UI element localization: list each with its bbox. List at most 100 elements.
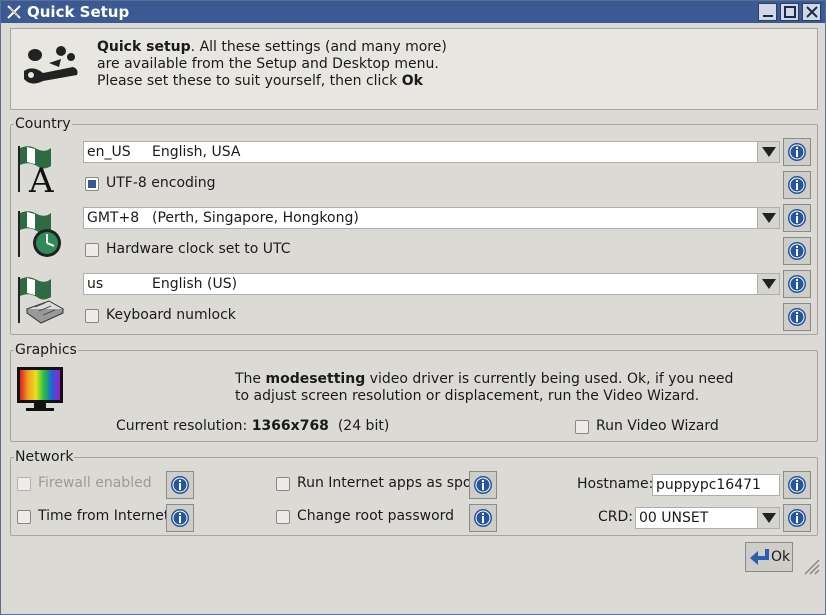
locale-flag-icon: A bbox=[18, 146, 54, 194]
chevron-down-icon bbox=[762, 213, 776, 223]
header-bold-title: Quick setup bbox=[97, 39, 191, 55]
hwclock-checkbox-box[interactable] bbox=[85, 243, 99, 257]
firewall-info-button[interactable] bbox=[166, 471, 194, 499]
monitor-icon bbox=[17, 367, 63, 411]
graphics-driver: modesetting bbox=[265, 371, 366, 387]
time-internet-checkbox[interactable]: Time from Internet bbox=[17, 508, 170, 526]
resize-grip-icon[interactable] bbox=[801, 556, 821, 576]
return-arrow-icon bbox=[750, 549, 769, 565]
timezone-select[interactable]: GMT+8 (Perth, Singapore, Hongkong) bbox=[83, 207, 780, 229]
info-icon bbox=[788, 275, 806, 293]
info-icon bbox=[788, 242, 806, 260]
info-icon bbox=[788, 143, 806, 161]
chevron-down-icon bbox=[762, 513, 776, 523]
header-line3-bold: Ok bbox=[401, 73, 423, 89]
time-internet-label: Time from Internet bbox=[38, 508, 170, 524]
timezone-info-button[interactable] bbox=[783, 204, 811, 232]
utf8-checkbox-box[interactable] bbox=[85, 177, 99, 191]
window-title: Quick Setup bbox=[27, 3, 130, 21]
hwclock-checkbox[interactable]: Hardware clock set to UTC bbox=[85, 241, 291, 259]
chevron-down-icon bbox=[762, 147, 776, 157]
crd-dropdown-arrow[interactable] bbox=[757, 508, 779, 528]
timezone-dropdown-arrow[interactable] bbox=[757, 208, 779, 228]
numlock-info-button[interactable] bbox=[783, 303, 811, 331]
info-icon bbox=[788, 476, 806, 494]
utf8-checkbox[interactable]: UTF-8 encoding bbox=[85, 175, 225, 193]
tools-icon bbox=[24, 46, 78, 84]
spot-label: Run Internet apps as spot bbox=[297, 475, 477, 491]
numlock-checkbox[interactable]: Keyboard numlock bbox=[85, 307, 245, 325]
resolution-value: 1366x768 bbox=[251, 418, 329, 434]
keyboard-dropdown-arrow[interactable] bbox=[757, 274, 779, 294]
timezone-clock-icon bbox=[18, 211, 61, 257]
resolution-text: Current resolution: 1366x768 (24 bit) bbox=[116, 418, 389, 434]
country-legend: Country bbox=[14, 116, 72, 132]
header-panel: Quick setup. All these settings (and man… bbox=[10, 28, 818, 110]
video-wizard-checkbox[interactable]: Run Video Wizard bbox=[575, 418, 719, 436]
resolution-depth: (24 bit) bbox=[337, 418, 390, 434]
title-bar[interactable]: Quick Setup bbox=[1, 1, 825, 23]
utf8-info-button[interactable] bbox=[783, 171, 811, 199]
header-line2: are available from the Setup and Desktop… bbox=[97, 56, 439, 72]
resolution-label: Current resolution: bbox=[116, 418, 252, 434]
hostname-info-button[interactable] bbox=[783, 471, 811, 499]
spot-checkbox[interactable]: Run Internet apps as spot bbox=[276, 475, 477, 493]
info-icon bbox=[474, 509, 492, 527]
time-internet-checkbox-box[interactable] bbox=[17, 510, 31, 524]
rootpw-label: Change root password bbox=[297, 508, 455, 524]
info-icon bbox=[171, 476, 189, 494]
graphics-legend: Graphics bbox=[14, 342, 78, 358]
spot-info-button[interactable] bbox=[469, 471, 497, 499]
graphics-desc-post: video driver is currently being used. Ok… bbox=[365, 371, 734, 387]
timezone-code: GMT+8 bbox=[87, 210, 140, 226]
network-legend: Network bbox=[14, 449, 75, 465]
firewall-label: Firewall enabled bbox=[38, 475, 152, 491]
rootpw-info-button[interactable] bbox=[469, 504, 497, 532]
firewall-checkbox: Firewall enabled bbox=[17, 475, 157, 493]
numlock-checkbox-box[interactable] bbox=[85, 309, 99, 323]
info-icon bbox=[788, 308, 806, 326]
chevron-down-icon bbox=[762, 279, 776, 289]
info-icon bbox=[788, 509, 806, 527]
hostname-label: Hostname: bbox=[577, 476, 654, 492]
spot-checkbox-box[interactable] bbox=[276, 477, 290, 491]
time-internet-info-button[interactable] bbox=[166, 504, 194, 532]
crd-label: CRD: bbox=[598, 509, 633, 525]
rootpw-checkbox-box[interactable] bbox=[276, 510, 290, 524]
header-line1: . All these settings (and many more) bbox=[190, 39, 447, 55]
ok-button[interactable]: Ok bbox=[745, 542, 793, 572]
graphics-desc-pre: The bbox=[235, 371, 266, 387]
keyboard-info-button[interactable] bbox=[783, 270, 811, 298]
locale-dropdown-arrow[interactable] bbox=[757, 142, 779, 162]
locale-info-button[interactable] bbox=[783, 138, 811, 166]
minimize-button[interactable] bbox=[758, 3, 777, 21]
firewall-checkbox-box bbox=[17, 477, 31, 491]
locale-select[interactable]: en_US English, USA bbox=[83, 141, 780, 163]
hostname-input[interactable] bbox=[652, 474, 780, 496]
graphics-description-line1: The modesetting video driver is currentl… bbox=[235, 371, 733, 387]
ok-label: Ok bbox=[771, 549, 791, 565]
timezone-name: (Perth, Singapore, Hongkong) bbox=[152, 210, 359, 226]
crd-value: 00 UNSET bbox=[639, 510, 709, 526]
info-icon bbox=[788, 176, 806, 194]
header-line3: Please set these to suit yourself, then … bbox=[97, 73, 402, 89]
close-button[interactable] bbox=[802, 3, 821, 21]
crd-select[interactable]: 00 UNSET bbox=[635, 507, 780, 529]
info-icon bbox=[474, 476, 492, 494]
maximize-button[interactable] bbox=[780, 3, 799, 21]
hwclock-label: Hardware clock set to UTC bbox=[106, 241, 291, 257]
info-icon bbox=[788, 209, 806, 227]
keyboard-icon bbox=[18, 277, 65, 324]
info-icon bbox=[171, 509, 189, 527]
crd-info-button[interactable] bbox=[783, 504, 811, 532]
keyboard-name: English (US) bbox=[152, 276, 238, 292]
rootpw-checkbox[interactable]: Change root password bbox=[276, 508, 456, 526]
keyboard-select[interactable]: us English (US) bbox=[83, 273, 780, 295]
hwclock-info-button[interactable] bbox=[783, 237, 811, 265]
video-wizard-checkbox-box[interactable] bbox=[575, 420, 589, 434]
minimize-icon bbox=[763, 15, 773, 17]
graphics-description-line2: to adjust screen resolution or displacem… bbox=[235, 388, 700, 404]
close-icon bbox=[806, 6, 818, 18]
utf8-label: UTF-8 encoding bbox=[106, 175, 216, 191]
locale-code: en_US bbox=[87, 144, 131, 160]
